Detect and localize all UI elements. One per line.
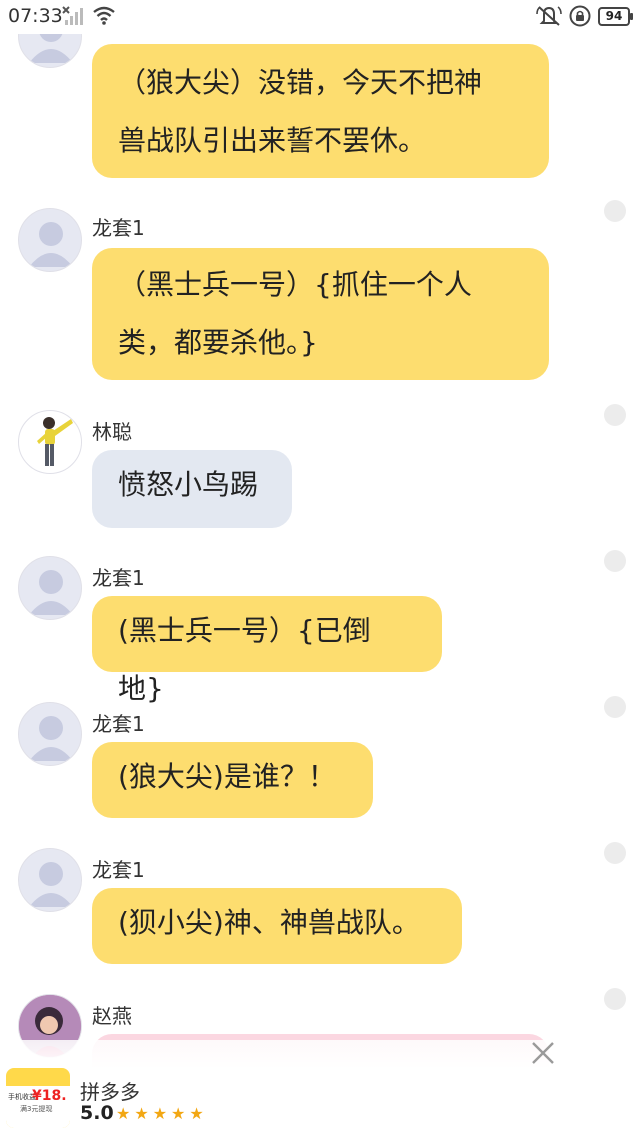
message-line: （狼大尖）没错，今天不把神 <box>118 66 483 99</box>
character-avatar-yellow-jacket[interactable] <box>18 410 82 474</box>
sender-nickname: 龙套1 <box>92 712 145 736</box>
rating-stars-icon: ★★★★★ <box>116 1104 208 1123</box>
default-avatar[interactable] <box>18 848 82 912</box>
ad-app-icon[interactable]: 手机收益 ¥18. 满3元提现 <box>6 1068 70 1128</box>
wifi-icon <box>93 6 115 25</box>
message-bubble[interactable]: (黑士兵一号）{已倒地} <box>92 596 442 705</box>
close-icon[interactable] <box>530 1040 556 1066</box>
sender-nickname: 林聪 <box>92 420 132 444</box>
message-line: 兽战队引出来誓不罢休。 <box>118 124 427 157</box>
default-avatar[interactable] <box>18 556 82 620</box>
message-status-dot <box>604 842 626 864</box>
message-status-dot <box>604 200 626 222</box>
sim-no-signal-icon <box>62 6 83 25</box>
message-line: (狈小尖)神、神兽战队。 <box>118 906 420 939</box>
message-bubble[interactable]: 愤怒小鸟踢 <box>92 450 292 528</box>
ad-thumb-subtext: 满3元提现 <box>20 1105 53 1113</box>
ad-app-name: 拼多多 <box>80 1080 140 1104</box>
default-avatar[interactable] <box>18 208 82 272</box>
message-line: (狼大尖)是谁？！ <box>118 760 336 793</box>
ad-thumb-price: ¥18. <box>32 1088 67 1104</box>
message-bubble[interactable]: （黑士兵一号）{抓住一个人 类，都要杀他。} <box>92 248 549 380</box>
message-status-dot <box>604 988 626 1010</box>
battery-icon: 94 <box>598 7 633 26</box>
sender-nickname: 龙套1 <box>92 216 145 240</box>
default-avatar[interactable] <box>18 702 82 766</box>
message-bubble[interactable]: (狈小尖)神、神兽战队。 <box>92 888 462 964</box>
sender-nickname: 龙套1 <box>92 858 145 882</box>
message-status-dot <box>604 550 626 572</box>
message-line: (黑士兵一号）{已倒地} <box>118 614 371 705</box>
message-line: 愤怒小鸟踢 <box>118 468 259 501</box>
status-bar: 07:33 94 <box>0 0 640 34</box>
message-status-dot <box>604 696 626 718</box>
message-line: 类，都要杀他。} <box>118 326 318 359</box>
message-bubble[interactable]: (狼大尖)是谁？！ <box>92 742 373 818</box>
ad-rating: 5.0 <box>80 1102 114 1124</box>
message-status-dot <box>604 404 626 426</box>
chat-screen: 07:33 94 （狼大尖）没错，今天不把神 兽战队引出来誓不罢休。 龙套1 （… <box>0 0 640 1138</box>
sender-nickname: 龙套1 <box>92 566 145 590</box>
message-bubble[interactable]: （狼大尖）没错，今天不把神 兽战队引出来誓不罢休。 <box>92 44 549 178</box>
status-time: 07:33 <box>8 5 63 27</box>
sender-nickname: 赵燕 <box>92 1004 132 1028</box>
rotation-lock-icon <box>569 5 591 27</box>
message-line: （黑士兵一号）{抓住一个人 <box>118 268 472 301</box>
mute-icon <box>536 6 562 26</box>
